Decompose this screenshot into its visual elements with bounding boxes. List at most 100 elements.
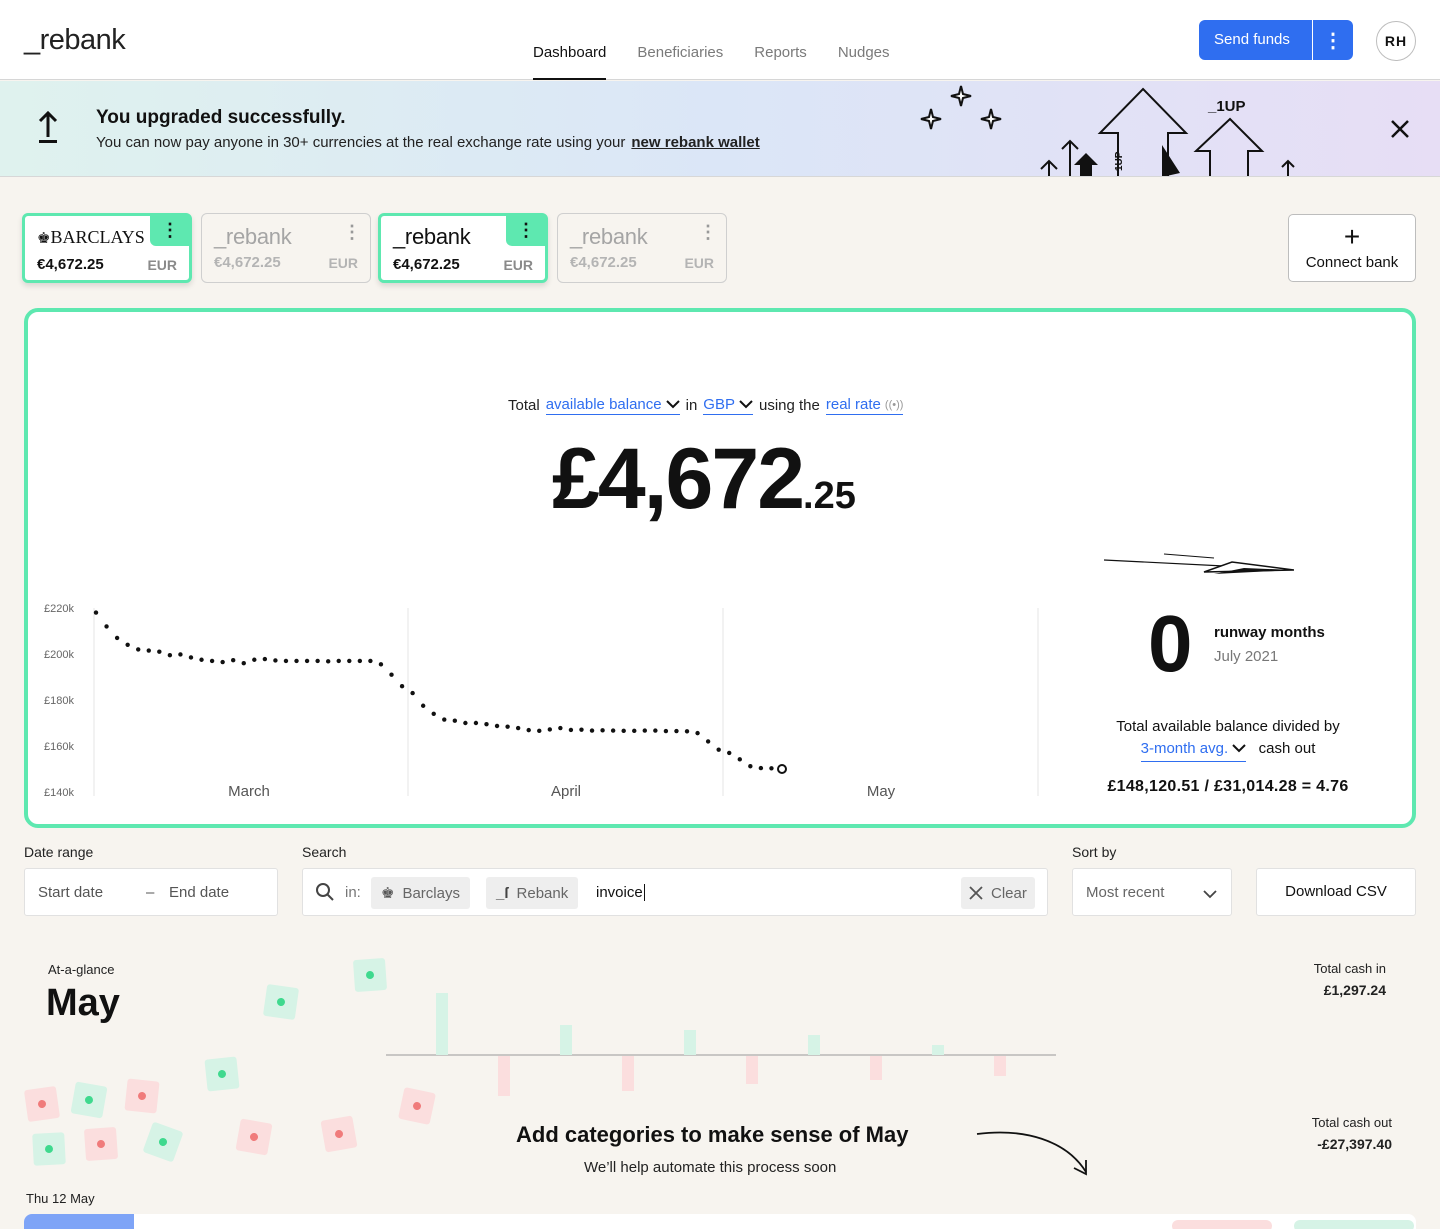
chart-point — [420, 703, 426, 708]
chart-point — [705, 739, 711, 744]
account-menu-button[interactable]: ⋮ — [340, 220, 364, 244]
transaction-row[interactable] — [24, 1214, 1416, 1229]
more-vertical-icon: ⋮ — [161, 220, 179, 240]
account-card-barclays[interactable]: ♚BARCLAYS €4,672.25 EUR ⋮ — [22, 213, 192, 283]
banner-text-body: You can now pay anyone in 30+ currencies… — [96, 134, 626, 151]
account-amount: €4,672.25 — [393, 256, 460, 273]
average-period-label: 3-month avg. — [1140, 740, 1229, 757]
plus-icon: + — [1343, 221, 1361, 252]
tab-nudges[interactable]: Nudges — [838, 0, 890, 80]
cash-in-label: Total cash in — [1313, 961, 1386, 976]
chart-point — [589, 728, 595, 733]
banner-text: You can now pay anyone in 30+ currencies… — [96, 134, 760, 151]
upload-icon — [38, 111, 58, 143]
chart-point — [136, 647, 141, 652]
download-csv-button[interactable]: Download CSV — [1256, 868, 1416, 916]
account-card-rebank[interactable]: _rebank €4,672.25 EUR ⋮ — [557, 213, 727, 283]
account-name: ♚BARCLAYS — [37, 227, 145, 248]
end-date-input[interactable]: End date — [169, 884, 229, 901]
close-icon[interactable] — [1388, 117, 1412, 141]
account-menu-button[interactable]: ⋮ — [506, 215, 546, 246]
cashflow-bars — [386, 993, 1056, 1096]
connect-bank-button[interactable]: + Connect bank — [1288, 214, 1416, 282]
category-tile-out — [235, 1118, 273, 1156]
runway-date: July 2021 — [1214, 648, 1279, 665]
total-cash-out: Total cash out -£27,397.40 — [1312, 1115, 1392, 1152]
chart-point — [262, 656, 268, 662]
chart-point — [389, 672, 394, 677]
total-balance: £4,672.25 — [552, 430, 856, 529]
logo[interactable]: _rebank — [24, 24, 126, 57]
chart-point — [684, 729, 690, 734]
account-menu-button[interactable]: ⋮ — [696, 220, 720, 244]
chip-rebank[interactable]: _ſ Rebank — [486, 877, 579, 909]
chip-rebank-label: Rebank — [516, 884, 569, 902]
date-range-label: Date range — [24, 844, 94, 860]
tab-beneficiaries[interactable]: Beneficiaries — [637, 0, 723, 80]
connect-bank-label: Connect bank — [1305, 254, 1399, 271]
start-date-input[interactable]: Start date — [38, 884, 103, 901]
account-currency: EUR — [684, 255, 714, 271]
chart-y-tick-label: £220k — [44, 603, 74, 615]
main-nav: Dashboard Beneficiaries Reports Nudges — [533, 0, 890, 80]
chart-point — [695, 730, 700, 736]
cash-out-bar — [870, 1056, 882, 1080]
barclays-eagle-icon: ♚ — [381, 885, 395, 902]
cash-in-bar — [684, 1030, 696, 1055]
search-icon — [316, 883, 334, 901]
paper-plane-icon — [1104, 553, 1294, 574]
account-menu-button[interactable]: ⋮ — [150, 215, 190, 246]
cash-in-value: £1,297.24 — [1323, 982, 1386, 998]
account-amount: €4,672.25 — [37, 256, 104, 273]
category-tile-out — [124, 1078, 160, 1114]
balance-selector-row: Total available balance in GBP using the… — [508, 396, 904, 415]
cash-out-bar — [498, 1056, 510, 1096]
send-funds-button[interactable]: Send funds — [1199, 20, 1312, 60]
chart-point — [547, 727, 553, 732]
chart-point — [357, 658, 363, 664]
chart-point — [716, 747, 721, 752]
avatar[interactable]: RH — [1376, 21, 1416, 61]
search-input[interactable]: invoice — [596, 884, 645, 901]
chart-point — [178, 652, 183, 657]
balance-panel: Total available balance in GBP using the… — [24, 308, 1416, 828]
live-signal-icon: ((•)) — [884, 398, 904, 411]
account-card-rebank[interactable]: _rebank €4,672.25 EUR ⋮ — [201, 213, 371, 283]
account-currency: EUR — [328, 255, 358, 271]
more-vertical-icon: ⋮ — [517, 220, 535, 240]
upgrade-illustration: _1UP 1UP — [920, 85, 1295, 176]
chevron-down-icon — [1203, 890, 1217, 899]
wallet-link[interactable]: new rebank wallet — [631, 134, 759, 151]
clear-search-button[interactable]: Clear — [961, 877, 1035, 909]
balance-using-text: using the — [758, 397, 820, 414]
real-rate-link[interactable]: real rate ((•)) — [825, 396, 904, 415]
chart-point — [378, 662, 384, 667]
art-label: _1UP — [1207, 98, 1246, 115]
category-tile-in — [32, 1132, 66, 1166]
average-period-dropdown[interactable]: 3-month avg. — [1140, 738, 1247, 762]
send-more-button[interactable]: ⋮ — [1313, 20, 1353, 60]
chart-point — [220, 659, 225, 665]
tab-reports[interactable]: Reports — [754, 0, 807, 80]
tab-dashboard[interactable]: Dashboard — [533, 0, 607, 80]
chart-point — [167, 652, 173, 658]
chart-point — [114, 635, 120, 641]
currency-dropdown[interactable]: GBP — [703, 396, 753, 415]
chip-barclays[interactable]: ♚ Barclays — [371, 877, 470, 909]
balance-metric-dropdown[interactable]: available balance — [545, 396, 680, 415]
date-range-field[interactable]: Start date – End date — [24, 868, 278, 916]
sort-value: Most recent — [1086, 884, 1165, 901]
upgrade-banner: You upgraded successfully. You can now p… — [0, 81, 1440, 177]
category-tile-in — [263, 984, 299, 1020]
chart-point — [336, 658, 341, 664]
account-name-text: BARCLAYS — [50, 227, 145, 247]
balance-metric-label: available balance — [545, 396, 662, 413]
balance-chart: £220k £200k £180k £160k £140k March April May — [44, 603, 1039, 800]
chart-point — [315, 658, 320, 664]
account-card-rebank[interactable]: _rebank €4,672.25 EUR ⋮ — [378, 213, 548, 283]
sort-dropdown[interactable]: Most recent — [1072, 868, 1232, 916]
glance-label: At-a-glance — [48, 962, 115, 977]
search-field[interactable]: in: ♚ Barclays _ſ Rebank invoice Clear — [302, 868, 1048, 916]
cash-out-text: cash out — [1258, 740, 1316, 757]
account-name: _rebank — [570, 224, 648, 249]
